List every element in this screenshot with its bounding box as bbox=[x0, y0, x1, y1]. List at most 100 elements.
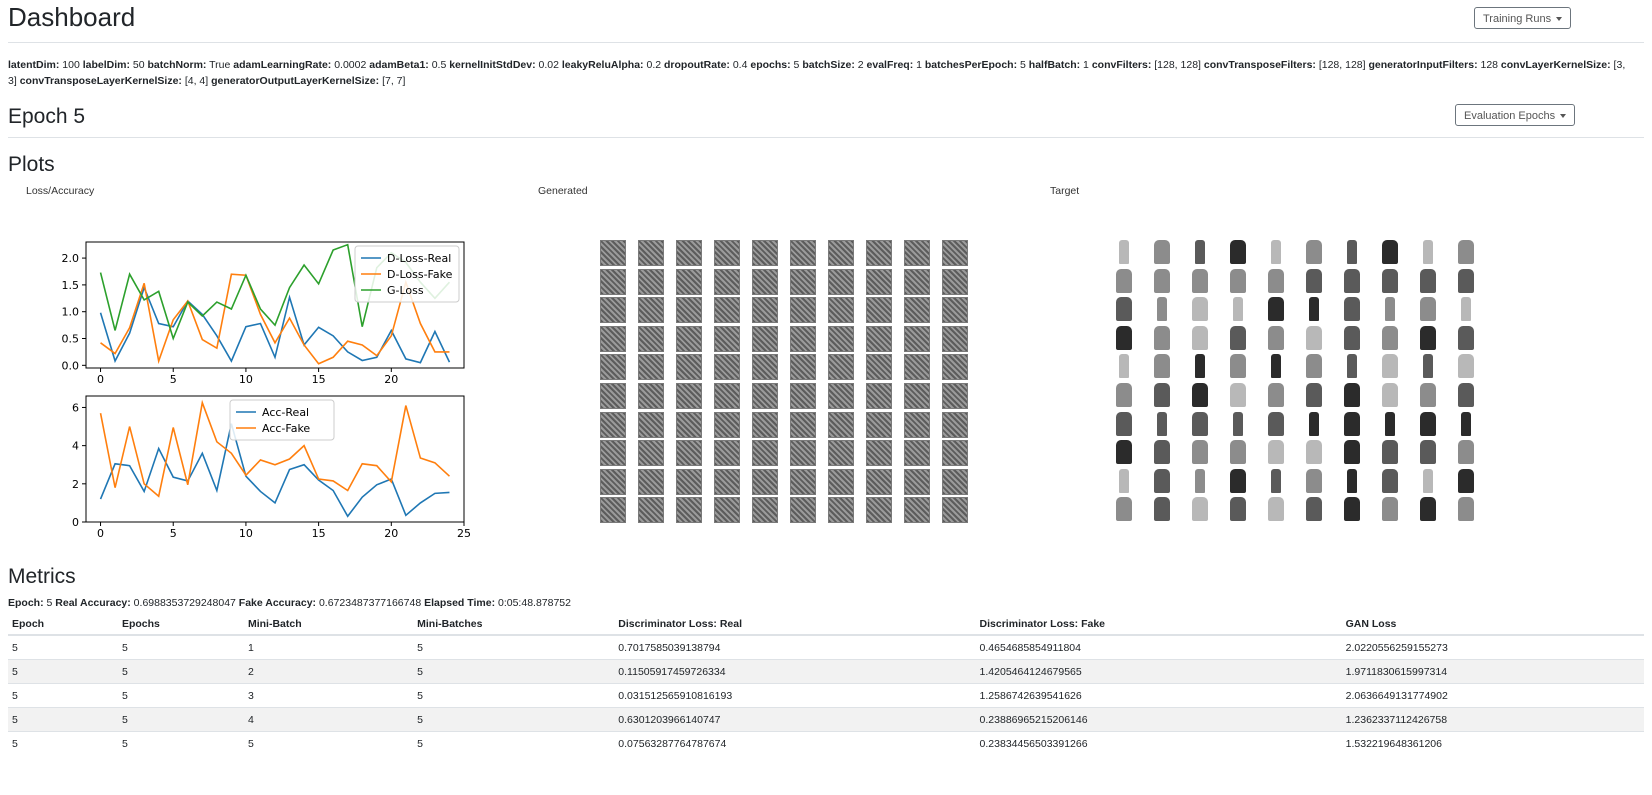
target-image-tile bbox=[1157, 411, 1167, 436]
generated-image-tile bbox=[714, 297, 740, 324]
generated-image-tile bbox=[790, 354, 816, 381]
table-cell: 1.4205464124679565 bbox=[975, 659, 1342, 684]
generated-image-tile bbox=[828, 240, 854, 266]
generated-image-tile bbox=[904, 411, 930, 438]
target-image-tile bbox=[1119, 354, 1129, 379]
generated-image-tile bbox=[752, 325, 778, 352]
target-image-tile bbox=[1344, 497, 1360, 522]
table-cell: 5 bbox=[117, 659, 244, 684]
target-image-tile bbox=[1420, 268, 1436, 293]
generated-image-tile bbox=[600, 468, 626, 495]
target-image-tile bbox=[1230, 240, 1246, 264]
x-tick-label: 5 bbox=[170, 527, 177, 540]
target-image-tile bbox=[1116, 325, 1132, 350]
y-tick-label: 0.0 bbox=[62, 359, 80, 372]
generated-image-tile bbox=[638, 440, 664, 467]
generated-image-tile bbox=[676, 411, 702, 438]
param-key: batchNorm: bbox=[147, 59, 207, 71]
param-key: adamLearningRate: bbox=[233, 59, 332, 71]
legend-label: D-Loss-Real bbox=[387, 252, 451, 265]
target-image-tile bbox=[1382, 497, 1398, 522]
x-tick-label: 0 bbox=[97, 373, 104, 386]
column-header: Discriminator Loss: Fake bbox=[975, 614, 1342, 636]
generated-image-tile bbox=[866, 440, 892, 467]
generated-image-tile bbox=[942, 497, 968, 524]
target-image-tile bbox=[1268, 325, 1284, 350]
table-cell: 5 bbox=[117, 731, 244, 755]
table-cell: 0.07563287764787674 bbox=[614, 731, 976, 755]
table-cell: 5 bbox=[117, 634, 244, 660]
generated-image-tile bbox=[600, 297, 626, 324]
generated-image-tile bbox=[942, 383, 968, 409]
target-image-tile bbox=[1154, 354, 1170, 379]
target-image-tile bbox=[1347, 468, 1357, 493]
accuracy-chart: 0 5 10 15 20 25 0 2 4 6 Acc-Real Acc-Fake bbox=[72, 395, 471, 540]
training-runs-dropdown[interactable]: Training Runs bbox=[1474, 7, 1572, 29]
param-value: 128 bbox=[1477, 59, 1501, 71]
table-cell: 5 bbox=[8, 731, 118, 755]
target-image-tile bbox=[1385, 411, 1395, 436]
legend-label: G-Loss bbox=[387, 284, 424, 297]
caret-down-icon bbox=[1556, 17, 1563, 22]
param-value: 5 bbox=[1017, 59, 1029, 71]
generated-image-tile bbox=[752, 440, 778, 467]
param-value: 0.02 bbox=[535, 59, 562, 71]
target-image-tile bbox=[1382, 440, 1398, 465]
epoch-title: Epoch 5 bbox=[8, 105, 86, 128]
target-image-tile bbox=[1195, 468, 1205, 493]
generated-image-tile bbox=[714, 354, 740, 381]
generated-image-tile bbox=[676, 268, 702, 295]
target-image-tile bbox=[1195, 240, 1205, 264]
x-tick-label: 0 bbox=[97, 527, 104, 540]
param-key: generatorInputFilters: bbox=[1368, 59, 1478, 71]
target-image-tile bbox=[1382, 325, 1398, 350]
param-key: adamBeta1: bbox=[369, 59, 429, 71]
generated-image-tile bbox=[714, 268, 740, 295]
target-image-tile bbox=[1306, 354, 1322, 379]
table-cell: 0.23886965215206146 bbox=[975, 707, 1342, 732]
target-image-tile bbox=[1306, 468, 1322, 493]
generated-image-tile bbox=[828, 497, 854, 524]
table-cell: 5 bbox=[8, 683, 118, 708]
generated-image-tile bbox=[638, 497, 664, 524]
x-tick-label: 15 bbox=[312, 527, 326, 540]
evaluation-epochs-dropdown[interactable]: Evaluation Epochs bbox=[1455, 104, 1576, 126]
summary-value: 0.6723487377166748 bbox=[316, 597, 425, 609]
generated-image-tile bbox=[752, 297, 778, 324]
target-image-tile bbox=[1192, 268, 1208, 293]
target-image-tile bbox=[1157, 297, 1167, 322]
target-image-tile bbox=[1116, 497, 1132, 522]
x-tick-label: 10 bbox=[239, 373, 253, 386]
target-image-tile bbox=[1461, 297, 1471, 322]
generated-image-tile bbox=[676, 440, 702, 467]
summary-value: 0:05:48.878752 bbox=[495, 597, 571, 609]
param-key: latentDim: bbox=[8, 59, 60, 71]
generated-image-tile bbox=[638, 354, 664, 381]
target-image-tile bbox=[1382, 240, 1398, 264]
target-image-tile bbox=[1344, 325, 1360, 350]
target-image-tile bbox=[1192, 440, 1208, 465]
param-key: labelDim: bbox=[82, 59, 130, 71]
y-tick-label: 1.0 bbox=[62, 306, 80, 319]
generated-image-tile bbox=[638, 325, 664, 352]
table-row: 5 5 4 5 0.6301203966140747 0.2388696521520614… bbox=[8, 707, 1644, 732]
table-cell: 3 bbox=[243, 683, 414, 708]
target-image-tile bbox=[1230, 325, 1246, 350]
table-cell: 0.7017585039138794 bbox=[614, 634, 976, 660]
generated-image-tile bbox=[790, 268, 816, 295]
table-cell: 1 bbox=[243, 634, 414, 660]
summary-value: 5 bbox=[43, 597, 56, 609]
target-image-tile bbox=[1347, 240, 1357, 264]
target-image-tile bbox=[1306, 325, 1322, 350]
target-image-tile bbox=[1306, 440, 1322, 465]
column-header: Discriminator Loss: Real bbox=[614, 614, 976, 636]
param-value: 2 bbox=[854, 59, 867, 71]
target-image-tile bbox=[1344, 440, 1360, 465]
x-tick-label: 10 bbox=[239, 527, 253, 540]
generated-image-tile bbox=[904, 354, 930, 381]
generated-image-tile bbox=[638, 297, 664, 324]
generated-image-tile bbox=[904, 268, 930, 295]
target-image-tile bbox=[1116, 268, 1132, 293]
generated-image-tile bbox=[790, 468, 816, 495]
target-image-tile bbox=[1230, 440, 1246, 465]
